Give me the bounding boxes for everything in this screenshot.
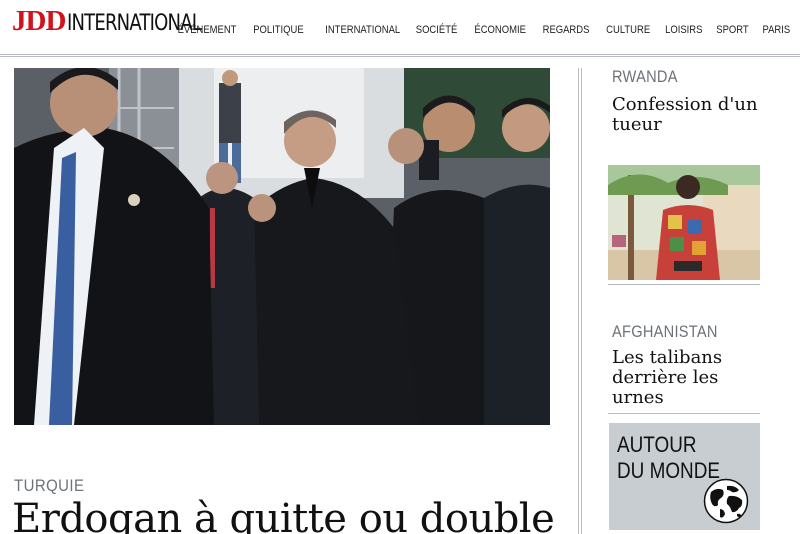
nav-item-paris[interactable]: PARIS [762,24,790,36]
nav-item-evenement[interactable]: ÉVÉNEMENT [177,24,236,36]
main-nav: ÉVÉNEMENT POLITIQUE INTERNATIONAL SOCIÉT… [159,24,790,36]
sidebar-article-2-title[interactable]: Les talibans derrière les urnes [612,348,772,408]
world-roundup-box[interactable]: AUTOUR DU MONDE [609,423,760,530]
sidebar-article-1-photo[interactable] [608,165,760,280]
nav-item-international[interactable]: INTERNATIONAL [325,24,400,36]
nav-item-societe[interactable]: SOCIÉTÉ [416,24,458,36]
site-header: JDD INTERNATIONAL ÉVÉNEMENT POLITIQUE IN… [0,0,800,52]
header-divider [0,54,800,57]
nav-item-sport[interactable]: SPORT [716,24,748,36]
nav-item-culture[interactable]: CULTURE [606,24,650,36]
sidebar-article-1-kicker[interactable]: RWANDA [612,67,678,87]
world-roundup-line-1: AUTOUR [617,432,697,457]
sidebar-article-2-kicker[interactable]: AFGHANISTAN [612,322,718,342]
nav-item-regards[interactable]: REGARDS [543,24,590,36]
photo-illustration [14,68,550,425]
main-article-kicker[interactable]: TURQUIE [14,476,84,496]
sidebar-divider [608,284,760,285]
column-divider [578,68,582,534]
logo-brand[interactable]: JDD [12,7,66,36]
photo-illustration [608,165,760,280]
main-article-headline[interactable]: Erdogan à quitte ou double [12,496,555,534]
sidebar-divider [608,413,760,414]
sidebar-article-1-title[interactable]: Confession d'un tueur [612,95,772,135]
nav-item-politique[interactable]: POLITIQUE [253,24,303,36]
globe-icon [703,478,749,524]
nav-item-economie[interactable]: ÉCONOMIE [475,24,527,36]
nav-item-loisirs[interactable]: LOISIRS [665,24,702,36]
main-article-photo[interactable] [14,68,550,425]
